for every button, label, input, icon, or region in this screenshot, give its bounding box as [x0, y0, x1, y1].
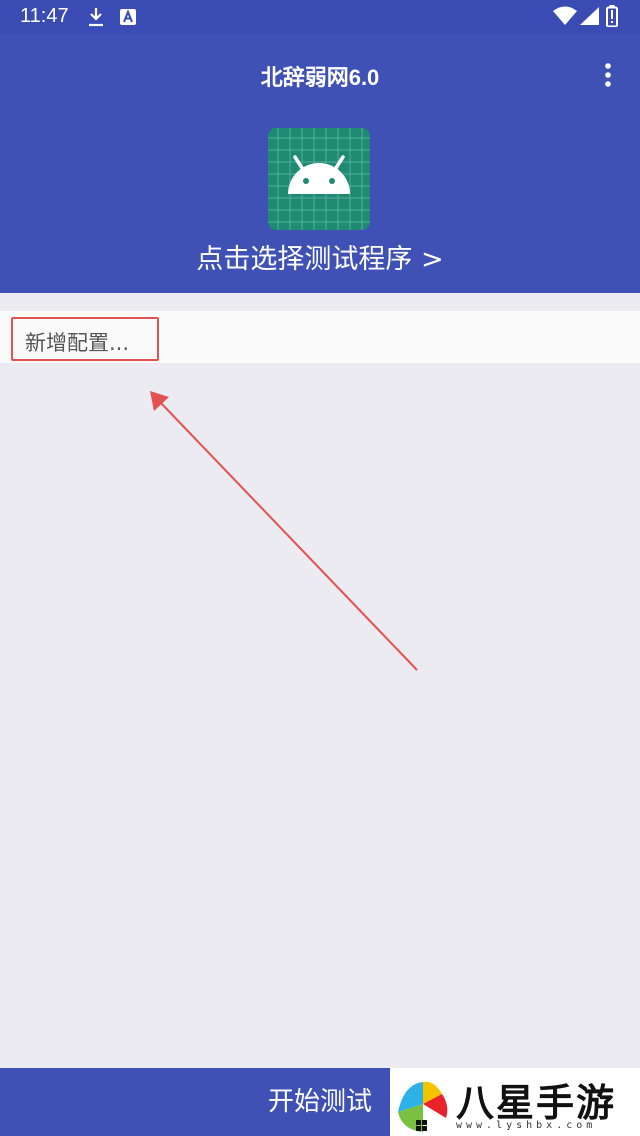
app-title: 北辞弱网6.0 — [260, 65, 380, 90]
watermark: 八星手游网 www.lyshbx.com — [390, 1068, 640, 1136]
select-program-icon[interactable] — [268, 128, 370, 230]
watermark-logo-icon — [398, 1081, 448, 1132]
signal-icon — [580, 7, 599, 25]
start-test-button[interactable]: 开始测试 — [250, 1068, 390, 1136]
battery-icon — [606, 5, 618, 27]
add-config-item[interactable]: 新增配置... — [0, 311, 640, 363]
status-bar: 11:47 — [0, 0, 640, 34]
app-header: 北辞弱网6.0 点击选择测试程序 > — [0, 34, 640, 293]
watermark-url: www.lyshbx.com — [456, 1120, 597, 1131]
add-config-label: 新增配置... — [11, 317, 159, 361]
wifi-icon — [553, 6, 577, 25]
status-time: 11:47 — [20, 5, 69, 27]
a-notification-icon — [120, 9, 136, 25]
download-icon — [89, 8, 103, 27]
more-options-icon[interactable] — [598, 60, 618, 90]
android-icon — [268, 128, 370, 230]
select-program-link[interactable]: 点击选择测试程序 > — [0, 237, 640, 276]
